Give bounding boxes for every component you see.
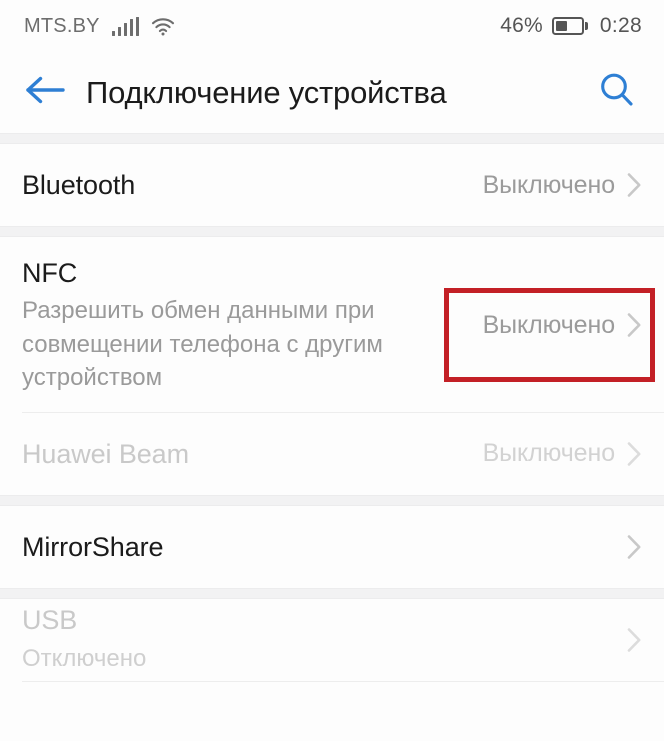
signal-bars-icon [111,16,140,36]
section-gap [0,226,664,237]
settings-section: Bluetooth Выключено [0,144,664,226]
page-title: Подключение устройства [86,74,447,110]
list-item-nfc[interactable]: NFC Разрешить обмен данными при совмещени… [0,237,664,412]
status-bar: MTS.BY 46% 0:28 [0,0,664,52]
battery-icon [551,17,584,35]
app-header: Подключение устройства [0,52,664,133]
settings-section: MirrorShare [0,505,664,588]
chevron-right-icon [627,627,642,653]
search-icon [597,70,637,115]
chevron-right-icon [627,441,642,467]
chevron-right-icon [627,172,642,198]
clock-label: 0:28 [599,14,642,37]
back-button[interactable] [18,66,72,120]
list-item-text: NFC Разрешить обмен данными при совмещени… [22,257,483,394]
list-item-text: Huawei Beam [22,438,483,470]
list-item-huawei-beam: Huawei Beam Выключено [0,412,664,495]
list-item-usb: USB Отключено [0,598,664,681]
list-item-subtitle: Отключено [22,644,147,672]
list-divider [22,680,664,682]
list-item-title: Huawei Beam [22,438,189,469]
list-item-text: USB Отключено [22,604,627,675]
phone-screen: MTS.BY 46% 0:28 Подключение устройства B… [0,0,664,741]
wifi-icon [151,17,175,36]
settings-section: USB Отключено [0,598,664,682]
list-item-trailing: Выключено [483,439,642,468]
huawei-beam-status-value: Выключено [482,439,615,468]
list-item-trailing: Выключено [483,171,642,200]
list-item-title: Bluetooth [22,169,136,200]
status-bar-right: 46% 0:28 [500,14,642,38]
settings-list: Bluetooth Выключено NFC Разрешить обмен да… [0,133,664,682]
arrow-left-icon [24,73,66,112]
list-item-trailing [627,534,642,560]
status-bar-left: MTS.BY [24,15,175,38]
list-item-subtitle: Разрешить обмен данными при совмещении т… [22,297,383,391]
list-item-title: MirrorShare [22,531,164,562]
settings-section: NFC Разрешить обмен данными при совмещени… [0,237,664,495]
list-item-mirrorshare[interactable]: MirrorShare [0,505,664,588]
list-item-trailing: Выключено [483,311,642,340]
battery-percent-label: 46% [500,14,543,37]
section-gap [0,587,664,599]
list-item-text: MirrorShare [22,531,627,563]
list-item-title: USB [22,605,78,636]
search-button[interactable] [590,66,644,120]
carrier-label: MTS.BY [24,14,100,37]
bluetooth-status-value: Выключено [482,170,615,199]
list-item-text: Bluetooth [22,169,483,201]
nfc-status-value: Выключено [482,310,615,339]
chevron-right-icon [627,534,642,560]
list-item-trailing [627,627,642,653]
list-item-bluetooth[interactable]: Bluetooth Выключено [0,144,664,226]
section-gap [0,494,664,506]
section-gap [0,133,664,144]
list-item-title: NFC [22,258,78,288]
chevron-right-icon [627,312,642,338]
